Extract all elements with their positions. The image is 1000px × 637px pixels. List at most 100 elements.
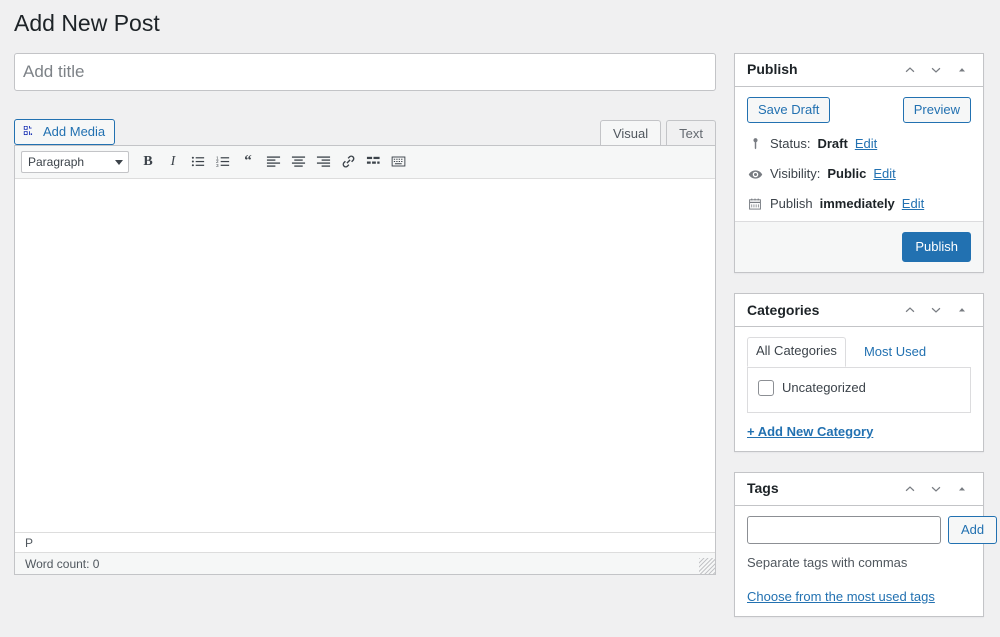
editor-toolbar: Paragraph B I: [15, 146, 715, 179]
tags-panel-body: Add Separate tags with commas Choose fro…: [735, 506, 983, 616]
categories-panel-body: All Categories Most Used Uncategorized +…: [735, 327, 983, 450]
tab-text[interactable]: Text: [666, 120, 716, 145]
add-media-label: Add Media: [43, 120, 105, 144]
editor-resize-handle[interactable]: [699, 558, 715, 574]
tab-most-used[interactable]: Most Used: [856, 339, 934, 366]
move-down-icon[interactable]: [927, 301, 945, 319]
visibility-value: Public: [827, 165, 866, 183]
tags-panel-title: Tags: [747, 479, 779, 499]
post-status-row: Status: Draft Edit: [747, 135, 971, 153]
editor-container: Paragraph B I: [14, 145, 716, 575]
tab-visual[interactable]: Visual: [600, 120, 661, 145]
add-tag-button[interactable]: Add: [948, 516, 997, 544]
toolbar-toggle-button[interactable]: [386, 150, 410, 174]
read-more-icon: [366, 154, 381, 169]
main-column: Add Media Visual Text Paragraph B I: [14, 53, 716, 575]
bold-button[interactable]: B: [136, 150, 160, 174]
publish-button[interactable]: Publish: [902, 232, 971, 262]
category-checkbox[interactable]: [758, 380, 774, 396]
media-toolbar-row: Add Media Visual Text: [14, 116, 716, 145]
edit-status-link[interactable]: Edit: [855, 135, 877, 153]
calendar-icon: [747, 196, 763, 212]
move-up-icon[interactable]: [901, 301, 919, 319]
publish-panel-header: Publish: [735, 54, 983, 87]
bold-icon: B: [143, 154, 152, 170]
move-down-icon[interactable]: [927, 61, 945, 79]
move-up-icon[interactable]: [901, 61, 919, 79]
editor-layout: Add Media Visual Text Paragraph B I: [0, 53, 1000, 637]
link-icon: [341, 154, 356, 169]
bulleted-list-icon: [191, 154, 206, 169]
save-draft-button[interactable]: Save Draft: [747, 97, 830, 123]
chevron-down-icon: [115, 160, 123, 165]
most-used-tags-link[interactable]: Choose from the most used tags: [747, 589, 971, 604]
tab-all-categories[interactable]: All Categories: [747, 337, 846, 366]
page-title: Add New Post: [0, 0, 1000, 53]
word-count-label: Word count: 0: [25, 557, 99, 571]
tags-panel-actions: [901, 480, 971, 498]
publish-panel-actions: [901, 61, 971, 79]
preview-button[interactable]: Preview: [903, 97, 971, 123]
tags-panel: Tags Add Separa: [734, 472, 984, 617]
sidebar-column: Publish Save Draft Preview: [734, 53, 984, 637]
post-title-input[interactable]: [14, 53, 716, 91]
italic-icon: I: [171, 154, 176, 170]
align-right-icon: [316, 154, 331, 169]
paragraph-format-value: Paragraph: [28, 155, 84, 169]
publish-panel-title: Publish: [747, 60, 798, 80]
align-left-button[interactable]: [261, 150, 285, 174]
media-icon: [22, 124, 37, 139]
svg-text:3: 3: [216, 163, 219, 168]
bulleted-list-button[interactable]: [186, 150, 210, 174]
toggle-panel-icon[interactable]: [953, 61, 971, 79]
publish-action-row: Save Draft Preview: [747, 97, 971, 123]
tag-entry-row: Add: [747, 516, 971, 544]
move-up-icon[interactable]: [901, 480, 919, 498]
numbered-list-icon: 1 2 3: [216, 154, 231, 169]
align-center-button[interactable]: [286, 150, 310, 174]
toggle-panel-icon[interactable]: [953, 480, 971, 498]
publish-panel: Publish Save Draft Preview: [734, 53, 984, 274]
move-down-icon[interactable]: [927, 480, 945, 498]
align-left-icon: [266, 154, 281, 169]
schedule-label: Publish: [770, 195, 813, 213]
tags-panel-header: Tags: [735, 473, 983, 506]
editor-status-bar: Word count: 0: [15, 552, 715, 574]
categories-panel-title: Categories: [747, 301, 819, 321]
add-media-button[interactable]: Add Media: [14, 119, 115, 145]
post-status-icon: [747, 136, 763, 152]
publish-panel-body: Save Draft Preview Status: Draft Edit: [735, 87, 983, 222]
tag-input[interactable]: [747, 516, 941, 544]
edit-visibility-link[interactable]: Edit: [873, 165, 895, 183]
category-item-uncategorized[interactable]: Uncategorized: [758, 380, 960, 396]
categories-list: Uncategorized: [747, 367, 971, 413]
editor-mode-tabs: Visual Text: [595, 120, 716, 145]
add-new-category-link[interactable]: + Add New Category: [747, 424, 971, 439]
quote-icon: “: [244, 154, 252, 169]
visibility-label: Visibility:: [770, 165, 820, 183]
align-right-button[interactable]: [311, 150, 335, 174]
italic-button[interactable]: I: [161, 150, 185, 174]
tag-hint-text: Separate tags with commas: [747, 555, 971, 570]
eye-icon: [747, 166, 763, 182]
visibility-row: Visibility: Public Edit: [747, 165, 971, 183]
categories-panel-actions: [901, 301, 971, 319]
edit-schedule-link[interactable]: Edit: [902, 195, 924, 213]
keyboard-toggle-icon: [391, 154, 406, 169]
categories-panel-header: Categories: [735, 294, 983, 327]
categories-tabs: All Categories Most Used: [747, 337, 971, 367]
post-status-label: Status:: [770, 135, 810, 153]
toggle-panel-icon[interactable]: [953, 301, 971, 319]
editor-element-path: P: [15, 532, 715, 552]
numbered-list-button[interactable]: 1 2 3: [211, 150, 235, 174]
editor-content-area[interactable]: [15, 179, 715, 532]
categories-panel: Categories All Categories Most Us: [734, 293, 984, 451]
read-more-button[interactable]: [361, 150, 385, 174]
category-label: Uncategorized: [782, 380, 866, 395]
schedule-value: immediately: [820, 195, 895, 213]
align-center-icon: [291, 154, 306, 169]
post-status-value: Draft: [817, 135, 847, 153]
blockquote-button[interactable]: “: [236, 150, 260, 174]
paragraph-format-select[interactable]: Paragraph: [21, 151, 129, 173]
insert-link-button[interactable]: [336, 150, 360, 174]
